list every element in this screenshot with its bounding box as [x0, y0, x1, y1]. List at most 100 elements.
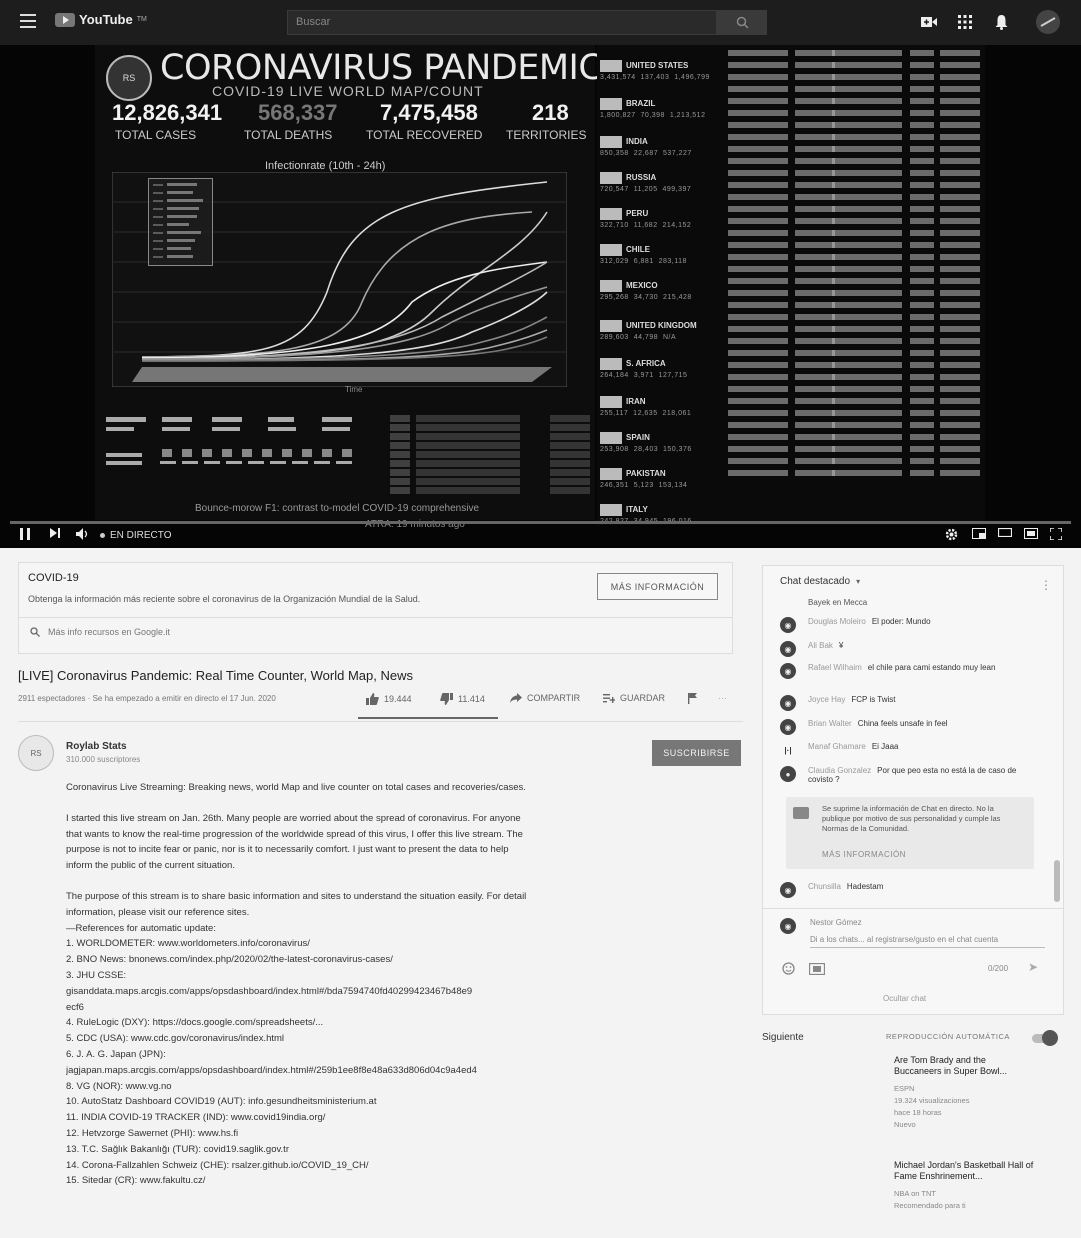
- apps-grid-icon[interactable]: [956, 13, 974, 31]
- settings-icon[interactable]: [945, 528, 958, 541]
- miniplayer-icon[interactable]: [972, 528, 986, 539]
- flag-icon: [600, 358, 622, 370]
- save-button[interactable]: GUARDAR: [603, 693, 665, 703]
- reference-item[interactable]: 2. BNO News: bnonews.com/index.php/2020/…: [66, 952, 536, 968]
- avatar[interactable]: ◉: [780, 719, 796, 735]
- report-button[interactable]: [688, 693, 697, 704]
- stat-total-deaths-label: TOTAL DEATHS: [244, 128, 333, 142]
- rec-title[interactable]: Are Tom Brady and the Buccaneers in Supe…: [894, 1055, 1034, 1077]
- flag-icon: [600, 504, 622, 516]
- avatar[interactable]: |·|: [780, 742, 796, 758]
- chat-notice-link[interactable]: MÁS INFORMACIÓN: [822, 850, 906, 859]
- play-logo-icon: [55, 12, 75, 27]
- country-row: PAKISTAN 246,351 5,123 153,134: [600, 468, 688, 489]
- chat-input[interactable]: Di a los chats... al registrarse/gusto e…: [810, 935, 1045, 948]
- reference-item[interactable]: gisanddata.maps.arcgis.com/apps/opsdashb…: [66, 984, 536, 1000]
- recent-events-list: [390, 415, 590, 500]
- chat-scrollbar[interactable]: [1054, 860, 1060, 902]
- chat-author[interactable]: Brian Walter: [808, 719, 852, 728]
- compose-author: Nestor Gómez: [810, 918, 862, 927]
- autoplay-toggle[interactable]: [1030, 1030, 1058, 1046]
- fullscreen-icon[interactable]: [1050, 528, 1062, 540]
- rec-title[interactable]: Michael Jordan's Basketball Hall of Fame…: [894, 1160, 1034, 1182]
- reference-item[interactable]: 12. Hetvzorge Sawernet (PHI): www.hs.fi: [66, 1126, 536, 1142]
- chat-author[interactable]: Joyce Hay: [808, 695, 845, 704]
- chat-author[interactable]: Chunsilla: [808, 882, 841, 891]
- reference-item[interactable]: 8. VG (NOR): www.vg.no: [66, 1079, 536, 1095]
- flag-icon: [600, 172, 622, 184]
- recommended-video[interactable]: Michael Jordan's Basketball Hall of Fame…: [762, 1158, 1062, 1238]
- chat-author[interactable]: Claudia Gonzalez: [808, 766, 871, 775]
- hide-chat-button[interactable]: Ocultar chat: [883, 994, 926, 1003]
- menu-icon[interactable]: [20, 14, 36, 28]
- subscribe-button[interactable]: SUSCRIBIRSE: [652, 740, 741, 766]
- reference-item[interactable]: 5. CDC (USA): www.cdc.gov/coronavirus/in…: [66, 1031, 536, 1047]
- avatar[interactable]: ◉: [780, 882, 796, 898]
- rec-badge: Nuevo: [894, 1120, 916, 1129]
- avatar[interactable]: ◉: [780, 641, 796, 657]
- chat-author[interactable]: Manaf Ghamare: [808, 742, 866, 751]
- more-info-button[interactable]: MÁS INFORMACIÓN: [597, 573, 718, 600]
- search-icon: [736, 16, 749, 29]
- avatar[interactable]: [1036, 10, 1060, 34]
- send-icon[interactable]: ➤: [1028, 960, 1038, 974]
- more-vert-icon[interactable]: ⋮: [1040, 578, 1052, 592]
- autoplay-label: REPRODUCCIÓN AUTOMÁTICA: [886, 1032, 1010, 1041]
- thumbs-up-icon: [366, 693, 379, 705]
- volume-icon[interactable]: [76, 528, 90, 540]
- video-thumbnail[interactable]: [762, 1053, 887, 1123]
- emoji-icon[interactable]: [782, 962, 795, 975]
- playlist-add-icon: [603, 694, 615, 703]
- reference-item[interactable]: 11. INDIA COVID-19 TRACKER (IND): www.co…: [66, 1110, 536, 1126]
- reference-item[interactable]: 13. T.C. Sağlık Bakanlığı (TUR): covid19…: [66, 1142, 536, 1158]
- graph-title: Infectionrate (10th - 24h): [265, 160, 386, 172]
- reference-item[interactable]: jagjapan.maps.arcgis.com/apps/opsdashboa…: [66, 1063, 536, 1079]
- more-actions-button[interactable]: ···: [718, 693, 727, 703]
- like-button[interactable]: 19.444: [366, 693, 412, 705]
- video-camera-icon[interactable]: [920, 13, 938, 31]
- live-indicator[interactable]: EN DIRECTO: [100, 530, 172, 541]
- channel-avatar[interactable]: RS: [18, 735, 54, 771]
- avatar[interactable]: ●: [780, 766, 796, 782]
- pause-icon[interactable]: [20, 528, 30, 540]
- covid-search-link[interactable]: Más info recursos en Google.it: [30, 627, 170, 637]
- super-chat-icon[interactable]: [809, 962, 825, 975]
- reference-item[interactable]: 4. RuleLogic (DXY): https://docs.google.…: [66, 1015, 536, 1031]
- rec-age: hace 18 horas: [894, 1108, 942, 1117]
- avatar[interactable]: ◉: [780, 663, 796, 679]
- search-input[interactable]: Buscar: [287, 10, 717, 35]
- chat-mode-dropdown[interactable]: Chat destacado ▾: [780, 576, 860, 587]
- up-next-label: Siguiente: [762, 1032, 804, 1043]
- dislike-button[interactable]: 11.414: [440, 693, 485, 705]
- channel-name[interactable]: Roylab Stats: [66, 741, 127, 752]
- progress-bar[interactable]: [10, 521, 1071, 524]
- reference-item[interactable]: 14. Corona-Fallzahlen Schweiz (CHE): rsa…: [66, 1158, 536, 1174]
- chat-author[interactable]: Douglas Moleiro: [808, 617, 866, 626]
- like-count: 19.444: [384, 694, 412, 704]
- bell-icon[interactable]: [992, 13, 1010, 31]
- chat-author[interactable]: Rafael Wilhaim: [808, 663, 862, 672]
- more-icon: ···: [718, 693, 727, 703]
- chat-author[interactable]: Ali Bak: [808, 641, 833, 650]
- rec-views: 19.324 visualizaciones: [894, 1096, 970, 1105]
- avatar[interactable]: ◉: [780, 695, 796, 711]
- reference-item[interactable]: 15. Sitedar (CR): www.fakultu.cz/: [66, 1173, 536, 1189]
- search-button[interactable]: [717, 10, 767, 35]
- flag-icon: [600, 208, 622, 220]
- stat-territories-label: TERRITORIES: [506, 128, 587, 142]
- rec-channel: ESPN: [894, 1084, 915, 1093]
- video-actions: 19.444 11.414 COMPARTIR GUARDAR ···: [358, 690, 738, 712]
- youtube-logo[interactable]: YouTube TM: [55, 12, 147, 27]
- chat-text: FCP is Twist: [851, 695, 896, 704]
- flag-icon: [600, 98, 622, 110]
- theater-icon[interactable]: [998, 528, 1012, 537]
- flag-icon: [600, 280, 622, 292]
- next-icon[interactable]: [50, 528, 60, 538]
- recommended-video[interactable]: Are Tom Brady and the Buccaneers in Supe…: [762, 1053, 1062, 1133]
- share-button[interactable]: COMPARTIR: [510, 693, 580, 703]
- reference-item[interactable]: 10. AutoStatz Dashboard COVID19 (AUT): i…: [66, 1094, 536, 1110]
- cast-icon[interactable]: [1024, 528, 1038, 539]
- reference-item[interactable]: 1. WORLDOMETER: www.worldometers.info/co…: [66, 936, 536, 952]
- avatar[interactable]: ◉: [780, 617, 796, 633]
- rec-views: Recomendado para ti: [894, 1201, 966, 1210]
